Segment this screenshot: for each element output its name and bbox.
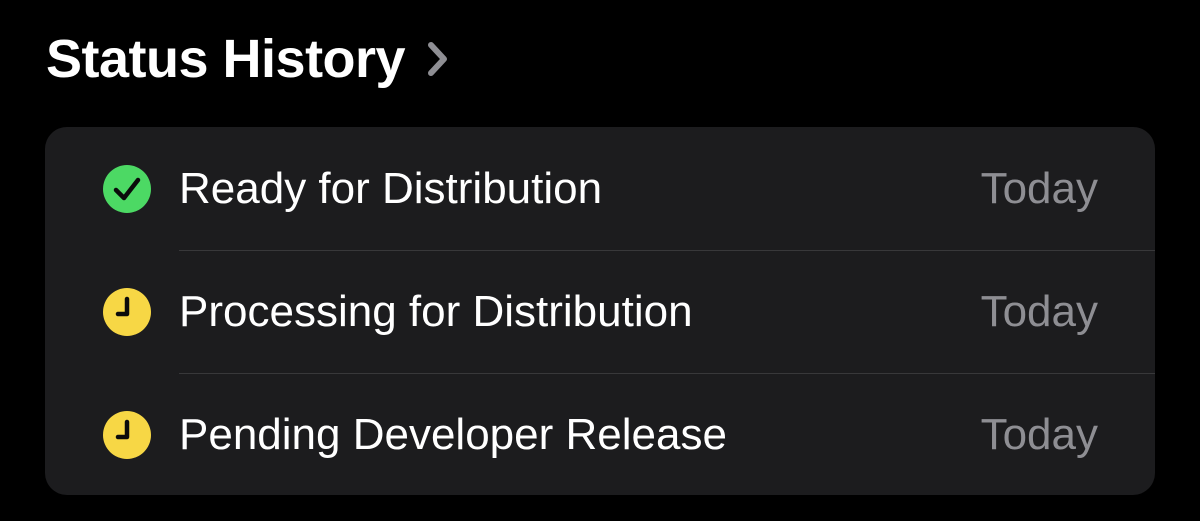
status-date: Today xyxy=(980,163,1098,213)
status-label: Processing for Distribution xyxy=(179,286,693,336)
status-date: Today xyxy=(980,409,1098,459)
chevron-right-icon xyxy=(425,39,451,79)
status-history-list: Ready for Distribution Today Processing … xyxy=(45,127,1155,495)
status-row-ready-for-distribution[interactable]: Ready for Distribution Today xyxy=(45,127,1155,250)
clock-icon xyxy=(103,287,151,336)
checkmark-circle-icon xyxy=(103,164,151,213)
status-label: Ready for Distribution xyxy=(179,163,603,213)
status-row-pending-developer-release[interactable]: Pending Developer Release Today xyxy=(45,373,1155,495)
clock-icon xyxy=(103,410,151,459)
section-title: Status History xyxy=(46,29,406,89)
status-history-header[interactable]: Status History xyxy=(46,28,451,90)
app-screen: Status History Ready for Distribution To… xyxy=(0,0,1200,521)
status-row-processing-for-distribution[interactable]: Processing for Distribution Today xyxy=(45,250,1155,373)
status-date: Today xyxy=(980,286,1098,336)
status-label: Pending Developer Release xyxy=(179,409,727,459)
